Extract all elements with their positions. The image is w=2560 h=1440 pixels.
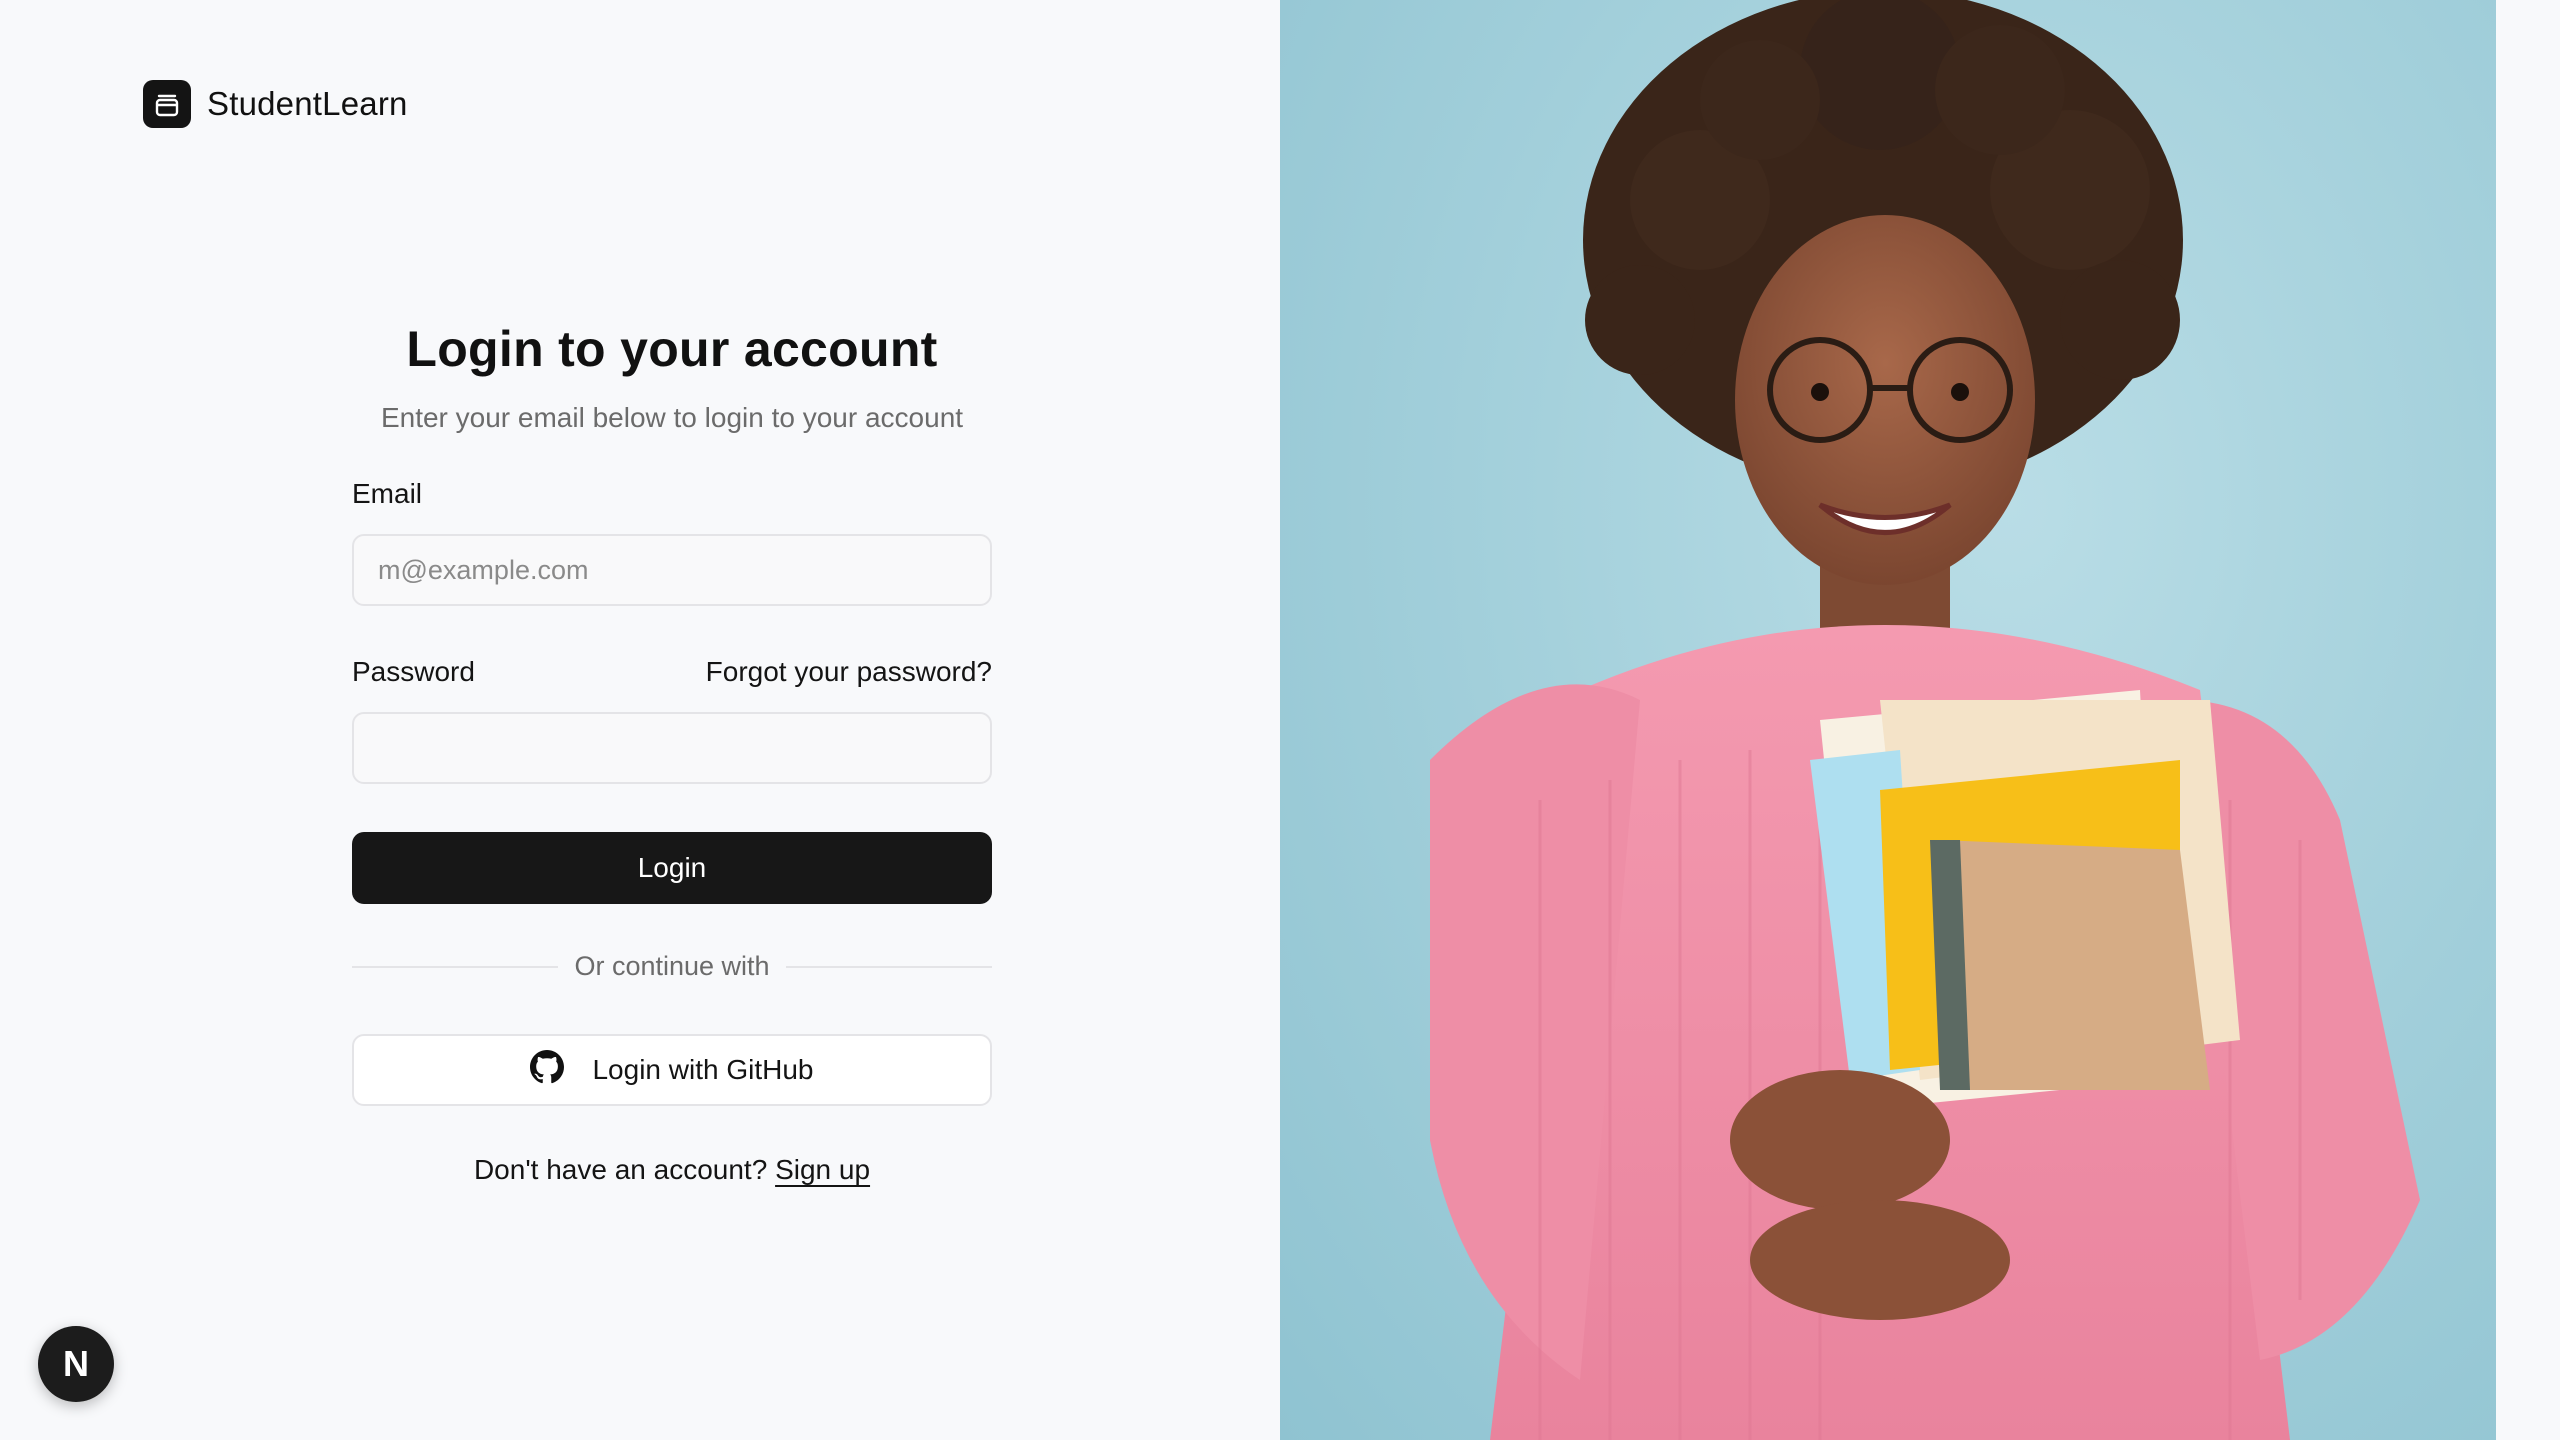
password-label: Password bbox=[352, 656, 475, 687]
github-login-button[interactable]: Login with GitHub bbox=[352, 1034, 992, 1106]
page-title: Login to your account bbox=[406, 321, 938, 377]
page-subtitle: Enter your email below to login to your … bbox=[380, 402, 964, 433]
layers-icon bbox=[143, 80, 191, 128]
brand-name: StudentLearn bbox=[207, 85, 408, 122]
login-page: StudentLearn Login to your account Enter… bbox=[0, 0, 2560, 1440]
divider: Or continue with bbox=[352, 950, 992, 982]
password-label-row: Password Forgot your password? bbox=[352, 656, 992, 688]
email-label: Email bbox=[352, 478, 423, 509]
brand[interactable]: StudentLearn bbox=[143, 80, 408, 128]
login-button[interactable]: Login bbox=[352, 832, 992, 904]
student-photo bbox=[1430, 0, 2420, 1440]
forgot-password-link[interactable]: Forgot your password? bbox=[706, 656, 992, 688]
github-button-label: Login with GitHub bbox=[592, 1054, 814, 1085]
signup-prompt: Don't have an account? bbox=[473, 1154, 768, 1185]
nextjs-logo-icon: N bbox=[63, 1343, 89, 1384]
hero-image bbox=[1280, 0, 2496, 1440]
github-icon bbox=[530, 1049, 565, 1091]
email-field[interactable] bbox=[352, 534, 992, 606]
right-margin bbox=[2496, 0, 2560, 1440]
login-form: Login to your account Enter your email b… bbox=[352, 300, 992, 1186]
signup-row: Don't have an account? Sign up bbox=[352, 1154, 992, 1186]
signup-link[interactable]: Sign up bbox=[775, 1154, 870, 1185]
divider-text: Or continue with bbox=[558, 950, 786, 982]
login-panel: StudentLearn Login to your account Enter… bbox=[0, 0, 1280, 1440]
nextjs-dev-badge[interactable]: N bbox=[38, 1326, 114, 1402]
password-field[interactable] bbox=[352, 712, 992, 784]
